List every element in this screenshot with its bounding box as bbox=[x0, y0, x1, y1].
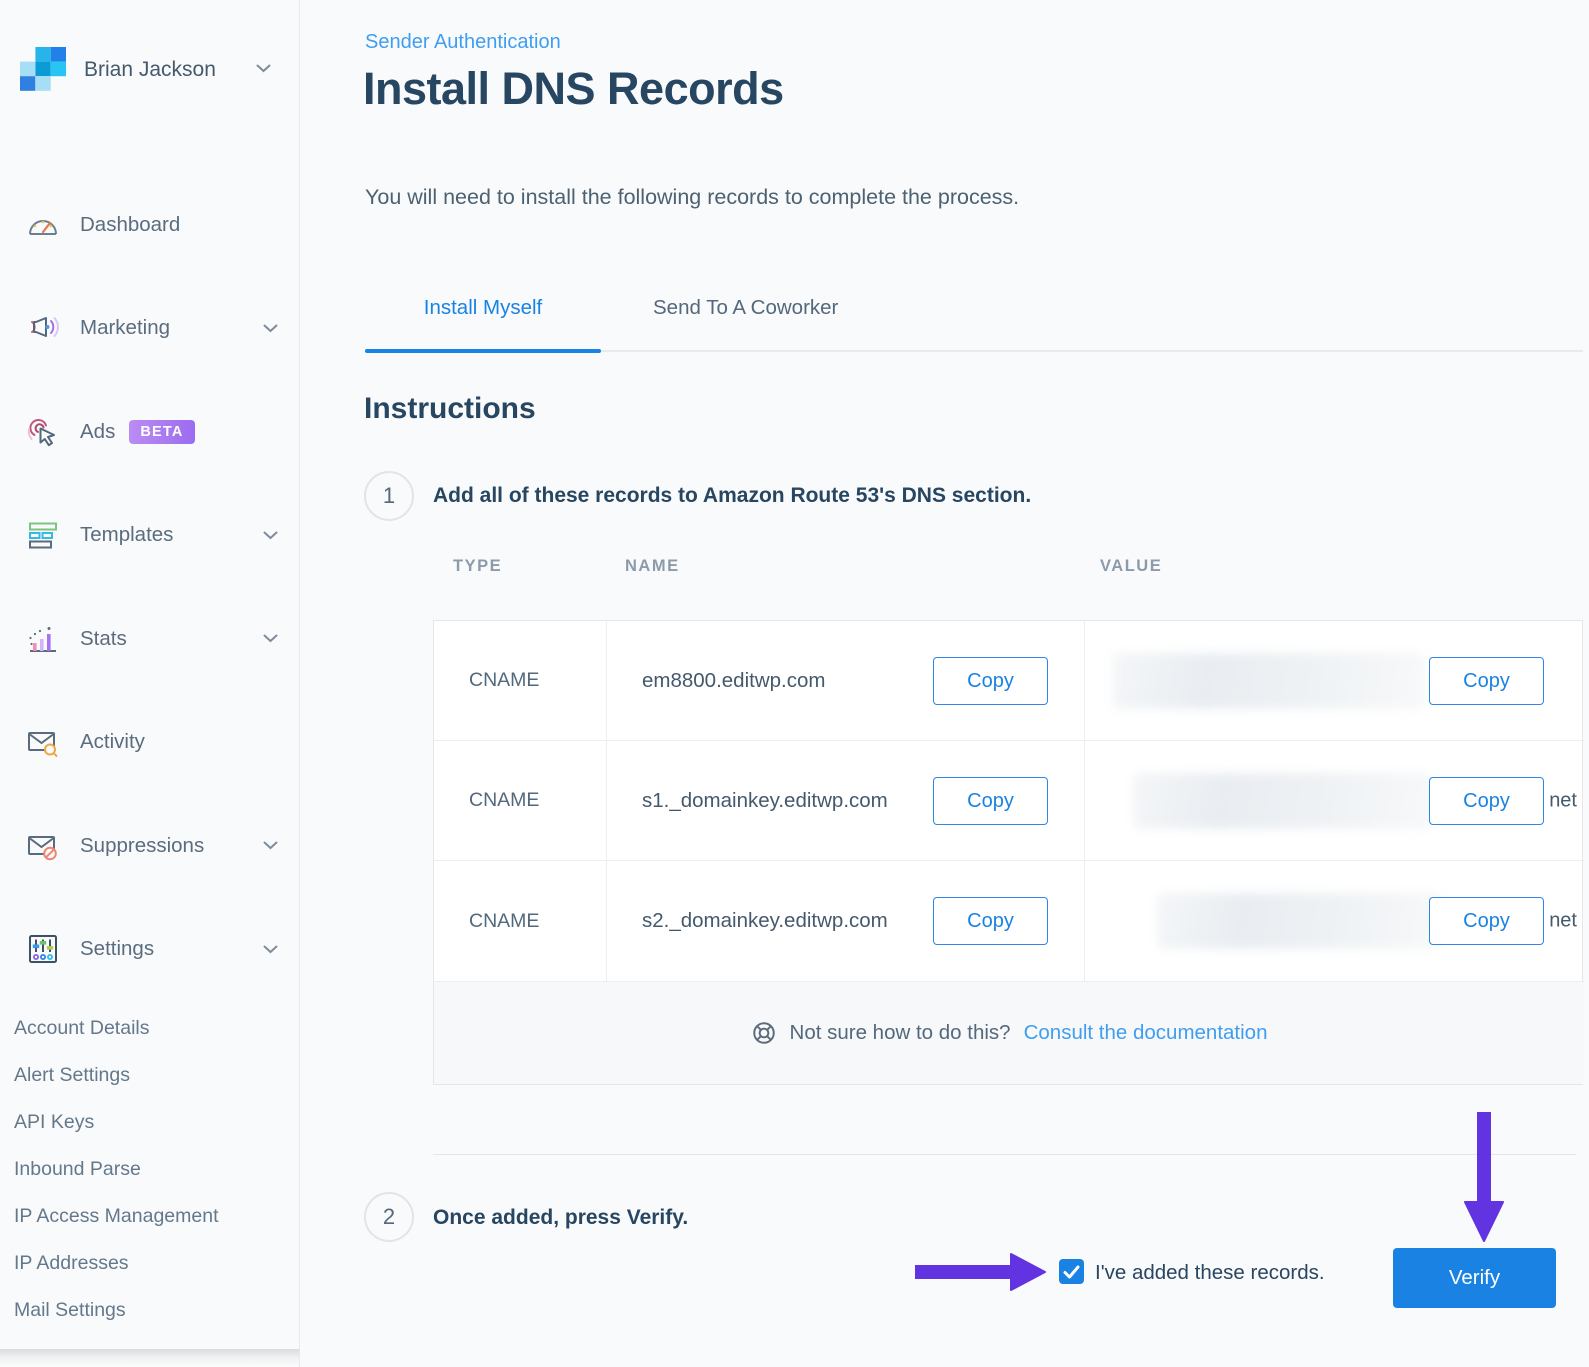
stats-bars-icon bbox=[24, 621, 62, 657]
settings-subnav: Account Details Alert Settings API Keys … bbox=[0, 1005, 300, 1334]
step-2-number: 2 bbox=[364, 1192, 414, 1242]
sidebar-item-label: Suppressions bbox=[80, 833, 205, 857]
value-tail: net bbox=[1549, 909, 1577, 932]
chevron-down-icon bbox=[263, 634, 278, 643]
table-row-value: Copy bbox=[1084, 621, 1584, 741]
copy-value-button[interactable]: Copy bbox=[1429, 897, 1544, 945]
sidebar-item-mail-settings[interactable]: Mail Settings bbox=[0, 1287, 300, 1334]
sidebar-item-dashboard[interactable]: Dashboard bbox=[0, 173, 300, 277]
sidebar-item-ip-addresses[interactable]: IP Addresses bbox=[0, 1240, 300, 1287]
record-name: s2._domainkey.editwp.com bbox=[642, 909, 888, 932]
account-switcher[interactable]: Brian Jackson bbox=[0, 36, 300, 106]
copy-value-button[interactable]: Copy bbox=[1429, 657, 1544, 705]
sidebar-item-activity[interactable]: Activity bbox=[0, 691, 300, 795]
sidebar-item-templates[interactable]: Templates bbox=[0, 484, 300, 588]
consult-documentation-link[interactable]: Consult the documentation bbox=[1024, 1021, 1268, 1045]
templates-icon bbox=[24, 517, 62, 553]
section-divider bbox=[433, 1154, 1576, 1155]
sidebar-item-label: Settings bbox=[80, 937, 155, 961]
sidebar-item-marketing[interactable]: Marketing bbox=[0, 277, 300, 381]
chevron-down-icon bbox=[263, 531, 278, 540]
tab-bar: Install Myself Send To A Coworker bbox=[365, 288, 1583, 353]
sidebar-item-label: Templates bbox=[80, 523, 174, 547]
gauge-icon bbox=[24, 207, 62, 243]
blurred-value bbox=[1113, 653, 1425, 709]
chevron-down-icon bbox=[263, 841, 278, 850]
copy-name-button[interactable]: Copy bbox=[933, 777, 1048, 825]
table-row-name: s1._domainkey.editwp.com Copy bbox=[606, 741, 1084, 861]
sidebar-item-suppressions[interactable]: Suppressions bbox=[0, 794, 300, 898]
annotation-arrow-down bbox=[1464, 1112, 1504, 1242]
sidebar-item-ip-access-management[interactable]: IP Access Management bbox=[0, 1193, 300, 1240]
breadcrumb-sender-authentication[interactable]: Sender Authentication bbox=[365, 31, 561, 54]
table-row-value: Copy net bbox=[1084, 741, 1584, 861]
table-row-type: CNAME bbox=[434, 621, 606, 741]
records-added-checkbox[interactable] bbox=[1059, 1259, 1084, 1284]
sidebar-item-label: Stats bbox=[80, 626, 127, 650]
step-2-text: Once added, press Verify. bbox=[433, 1206, 689, 1229]
settings-sliders-icon bbox=[24, 931, 62, 967]
checkmark-icon bbox=[1063, 1265, 1080, 1278]
megaphone-icon bbox=[24, 310, 62, 346]
step-1-number: 1 bbox=[364, 471, 414, 521]
sidebar-scroll-shadow bbox=[0, 1349, 299, 1367]
table-row-type: CNAME bbox=[469, 909, 540, 932]
sidebar-item-settings[interactable]: Settings bbox=[0, 898, 300, 1002]
column-header-name: NAME bbox=[625, 557, 680, 575]
sidebar-item-api-keys[interactable]: API Keys bbox=[0, 1099, 300, 1146]
beta-badge: BETA bbox=[129, 419, 195, 444]
record-name: s1._domainkey.editwp.com bbox=[642, 788, 888, 812]
table-column-headers: TYPE NAME VALUE bbox=[433, 557, 1583, 576]
records-added-label[interactable]: I've added these records. bbox=[1095, 1261, 1325, 1285]
instructions-heading: Instructions bbox=[364, 392, 536, 425]
intro-text: You will need to install the following r… bbox=[365, 185, 1020, 209]
sidebar-item-label: Ads bbox=[80, 419, 116, 443]
sidebar-item-label: Activity bbox=[80, 730, 145, 754]
sidebar-item-ads[interactable]: Ads BETA bbox=[0, 380, 300, 484]
copy-name-button[interactable]: Copy bbox=[933, 897, 1048, 945]
blurred-value bbox=[1157, 893, 1442, 949]
record-name: em8800.editwp.com bbox=[642, 668, 826, 692]
ads-target-cursor-icon bbox=[24, 414, 62, 450]
page-title: Install DNS Records bbox=[363, 63, 784, 114]
copy-name-button[interactable]: Copy bbox=[933, 657, 1048, 705]
table-help-footer: Not sure how to do this? Consult the doc… bbox=[434, 981, 1584, 1084]
sidebar-item-label: Marketing bbox=[80, 316, 171, 340]
blurred-value bbox=[1133, 773, 1433, 829]
user-name: Brian Jackson bbox=[84, 58, 216, 81]
tab-install-myself[interactable]: Install Myself bbox=[365, 288, 601, 353]
chevron-down-icon bbox=[263, 945, 278, 954]
sidebar-item-inbound-parse[interactable]: Inbound Parse bbox=[0, 1146, 300, 1193]
column-header-type: TYPE bbox=[453, 557, 503, 575]
dns-records-table: CNAME em8800.editwp.com Copy Copy CNAME … bbox=[433, 620, 1584, 1085]
copy-value-button[interactable]: Copy bbox=[1429, 777, 1544, 825]
table-row-name: em8800.editwp.com Copy bbox=[606, 621, 1084, 741]
chevron-down-icon bbox=[256, 64, 271, 73]
tab-send-to-a-coworker[interactable]: Send To A Coworker bbox=[653, 288, 838, 320]
mail-search-icon bbox=[24, 724, 62, 760]
step-1-text: Add all of these records to Amazon Route… bbox=[433, 484, 1032, 507]
sendgrid-logo bbox=[20, 47, 66, 91]
sidebar-nav: Dashboard Marketing Ads BETA Templates S… bbox=[0, 173, 300, 1001]
table-row-name: s2._domainkey.editwp.com Copy bbox=[606, 861, 1084, 981]
verify-button[interactable]: Verify bbox=[1393, 1248, 1556, 1308]
table-row-type: CNAME bbox=[434, 741, 606, 861]
chevron-down-icon bbox=[263, 324, 278, 333]
life-ring-icon bbox=[752, 1022, 775, 1044]
sidebar: Brian Jackson Dashboard Marketing Ads BE… bbox=[0, 0, 300, 1367]
annotation-arrow-right bbox=[915, 1253, 1046, 1291]
table-row-value: Copy net bbox=[1084, 861, 1584, 981]
sidebar-item-stats[interactable]: Stats bbox=[0, 587, 300, 691]
column-header-value: VALUE bbox=[1100, 557, 1163, 575]
sidebar-item-account-details[interactable]: Account Details bbox=[0, 1005, 300, 1052]
mail-blocked-icon bbox=[24, 828, 62, 864]
help-question: Not sure how to do this? bbox=[789, 1021, 1011, 1044]
sidebar-item-label: Dashboard bbox=[80, 212, 181, 236]
sidebar-item-alert-settings[interactable]: Alert Settings bbox=[0, 1052, 300, 1099]
value-tail: net bbox=[1549, 789, 1577, 811]
